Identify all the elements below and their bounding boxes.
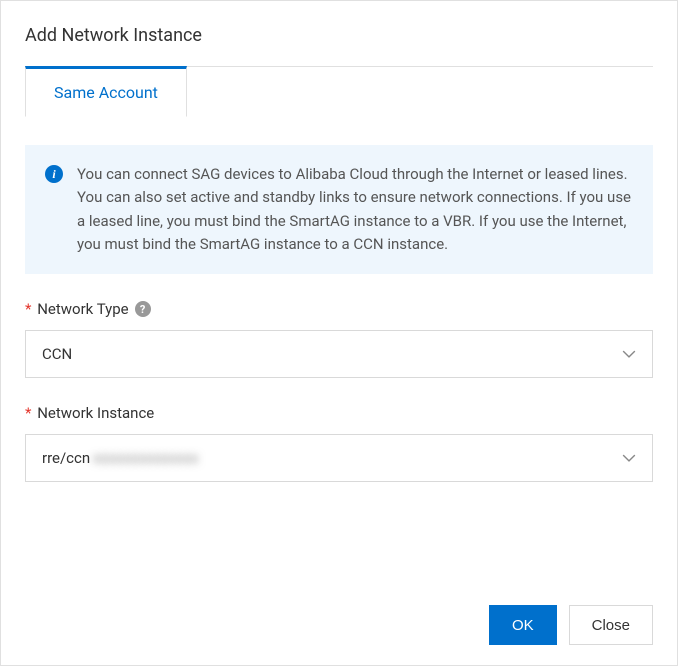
info-icon: i — [45, 165, 63, 183]
close-button[interactable]: Close — [569, 605, 653, 645]
network-instance-value: rre/ccn-xxxxxxxxxxxxxx — [42, 449, 199, 467]
network-instance-label: * Network Instance — [25, 404, 653, 422]
network-instance-group: * Network Instance rre/ccn-xxxxxxxxxxxxx… — [25, 404, 653, 482]
chevron-down-icon — [622, 451, 636, 465]
network-type-label-text: Network Type — [37, 300, 128, 318]
help-icon[interactable]: ? — [135, 301, 151, 317]
required-asterisk: * — [25, 404, 31, 422]
required-asterisk: * — [25, 300, 31, 318]
network-instance-label-text: Network Instance — [37, 404, 154, 422]
chevron-down-icon — [622, 347, 636, 361]
network-type-select[interactable]: CCN — [25, 330, 653, 378]
info-text: You can connect SAG devices to Alibaba C… — [77, 163, 633, 256]
tab-same-account[interactable]: Same Account — [25, 66, 187, 117]
info-box: i You can connect SAG devices to Alibaba… — [25, 145, 653, 274]
dialog-title: Add Network Instance — [25, 25, 653, 46]
tabs: Same Account — [25, 66, 653, 117]
ok-button[interactable]: OK — [489, 605, 557, 645]
add-network-instance-dialog: Add Network Instance Same Account i You … — [0, 0, 678, 666]
dialog-footer: OK Close — [489, 605, 653, 645]
network-type-label: * Network Type ? — [25, 300, 653, 318]
network-type-value: CCN — [42, 345, 72, 363]
network-type-group: * Network Type ? CCN — [25, 300, 653, 378]
network-instance-select[interactable]: rre/ccn-xxxxxxxxxxxxxx — [25, 434, 653, 482]
